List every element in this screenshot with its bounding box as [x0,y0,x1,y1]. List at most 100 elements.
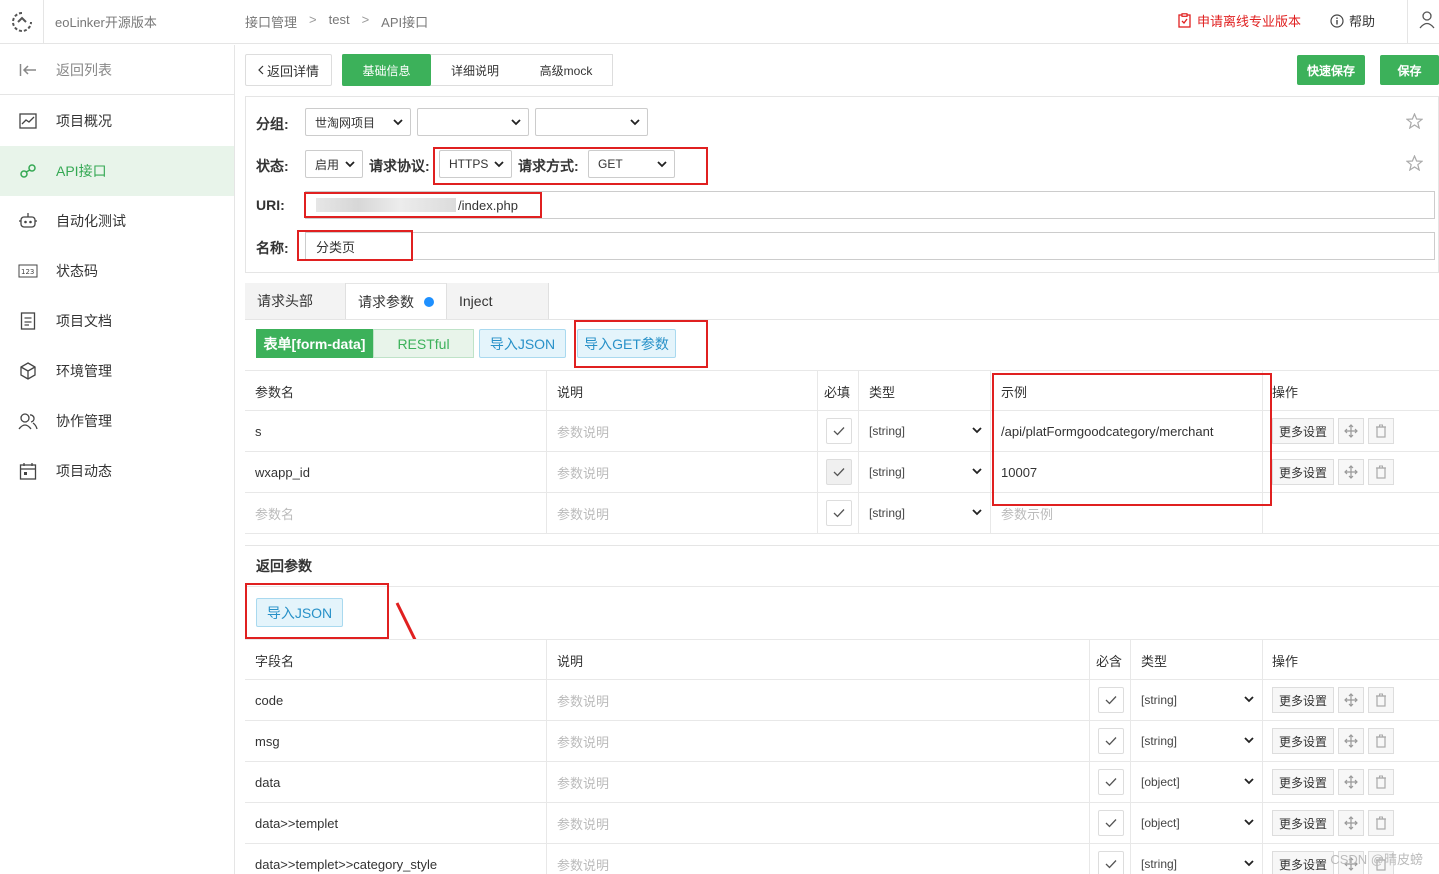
protocol-label: 请求协议: [369,158,430,174]
star-icon[interactable] [1405,112,1424,132]
required-cell [1090,844,1131,874]
breadcrumb-item[interactable]: 接口管理 [245,12,297,31]
field-name[interactable]: msg [245,721,547,761]
import-json-button[interactable]: 导入JSON [479,329,566,358]
required-checkbox[interactable] [1098,769,1124,795]
chevron-down-icon [393,116,403,130]
required-cell [818,411,859,451]
tab-label: 请求参数 [358,293,414,310]
tab-inject[interactable]: Inject [447,283,549,319]
required-checkbox[interactable] [1098,851,1124,874]
param-name[interactable]: s [245,411,547,451]
field-name[interactable]: data [245,762,547,802]
sidebar-item-docs[interactable]: 项目文档 [0,296,234,346]
divider [1407,0,1408,44]
uri-label: URI: [256,197,285,213]
chart-icon [0,113,56,129]
field-desc[interactable]: 参数说明 [547,721,1090,761]
field-name[interactable]: data>>templet [245,803,547,843]
tab-detail-desc[interactable]: 详细说明 [431,55,519,85]
restful-button[interactable]: RESTful [373,329,474,358]
trash-icon[interactable] [1368,810,1395,836]
trash-icon[interactable] [1368,728,1395,754]
formdata-button[interactable]: 表单[form-data] [256,329,373,358]
type-select[interactable]: [object] [1131,762,1263,802]
more-settings-button[interactable]: 更多设置 [1272,459,1335,485]
type-select[interactable]: [string] [859,452,991,492]
tab-basic-info[interactable]: 基础信息 [342,54,431,86]
required-checkbox[interactable] [1098,810,1124,836]
field-desc[interactable]: 参数说明 [547,680,1090,720]
trash-icon[interactable] [1368,459,1395,485]
sidebar-item-env[interactable]: 环境管理 [0,346,234,396]
type-select[interactable]: [string] [859,411,991,451]
required-checkbox[interactable] [826,459,852,485]
param-desc-input[interactable]: 参数说明 [547,493,818,533]
table-row: data 参数说明 [object] 更多设置 [245,762,1439,803]
sidebar-item-overview[interactable]: 项目概况 [0,96,234,146]
param-name-input[interactable]: 参数名 [245,493,547,533]
field-desc[interactable]: 参数说明 [547,844,1090,874]
type-select[interactable]: [object] [1131,803,1263,843]
apply-pro-link[interactable]: 申请离线专业版本 [1177,11,1301,30]
tab-advanced-mock[interactable]: 高级mock [521,55,611,85]
field-name[interactable]: data>>templet>>category_style [245,844,547,874]
sidebar-item-api[interactable]: API接口 [0,146,234,196]
breadcrumb-item[interactable]: API接口 [381,12,428,31]
tab-request-headers[interactable]: 请求头部 [245,283,346,319]
trash-icon[interactable] [1368,769,1395,795]
quick-save-button[interactable]: 快速保存 [1297,55,1365,85]
star-icon[interactable] [1405,154,1424,174]
back-to-list[interactable]: 返回列表 [0,45,234,95]
user-icon[interactable] [1419,11,1435,32]
type-select[interactable]: [string] [1131,721,1263,761]
more-settings-button[interactable]: 更多设置 [1272,418,1335,444]
status-select[interactable]: 启用 [305,150,363,178]
table-row: code 参数说明 [string] 更多设置 [245,680,1439,721]
sidebar-item-activity[interactable]: 项目动态 [0,446,234,496]
table-row: data>>templet 参数说明 [object] 更多设置 [245,803,1439,844]
group-select-1[interactable]: 世淘网项目 [305,108,411,136]
help-link[interactable]: 帮助 [1330,11,1375,30]
param-name[interactable]: wxapp_id [245,452,547,492]
move-icon[interactable] [1338,810,1365,836]
more-settings-button[interactable]: 更多设置 [1272,851,1335,874]
trash-icon[interactable] [1368,418,1395,444]
param-desc[interactable]: 参数说明 [547,452,818,492]
required-checkbox[interactable] [826,500,852,526]
doc-icon [0,312,56,330]
sidebar-item-statuscode[interactable]: 123 状态码 [0,246,234,296]
save-button[interactable]: 保存 [1380,55,1439,85]
sidebar-item-label: 状态码 [56,263,98,279]
name-input[interactable]: 分类页 [305,232,1435,260]
type-select[interactable]: [string] [1131,680,1263,720]
sidebar-item-collab[interactable]: 协作管理 [0,396,234,446]
actions-cell: 更多设置 [1263,762,1439,802]
group-select-2[interactable] [417,108,529,136]
move-icon[interactable] [1338,769,1365,795]
more-settings-button[interactable]: 更多设置 [1272,687,1335,713]
move-icon[interactable] [1338,459,1365,485]
move-icon[interactable] [1338,728,1365,754]
app-logo[interactable] [0,0,44,44]
more-settings-button[interactable]: 更多设置 [1272,769,1335,795]
param-desc[interactable]: 参数说明 [547,411,818,451]
group-select-3[interactable] [535,108,648,136]
field-desc[interactable]: 参数说明 [547,803,1090,843]
tab-request-params[interactable]: 请求参数 [346,283,447,319]
more-settings-button[interactable]: 更多设置 [1272,810,1335,836]
required-checkbox[interactable] [1098,687,1124,713]
back-detail-button[interactable]: 返回详情 [245,54,332,86]
field-name[interactable]: code [245,680,547,720]
required-checkbox[interactable] [826,418,852,444]
sidebar-item-autotest[interactable]: 自动化测试 [0,196,234,246]
more-settings-button[interactable]: 更多设置 [1272,728,1335,754]
field-desc[interactable]: 参数说明 [547,762,1090,802]
required-checkbox[interactable] [1098,728,1124,754]
type-select[interactable]: [string] [859,493,991,533]
trash-icon[interactable] [1368,687,1395,713]
move-icon[interactable] [1338,687,1365,713]
breadcrumb-item[interactable]: test [329,12,350,31]
move-icon[interactable] [1338,418,1365,444]
type-select[interactable]: [string] [1131,844,1263,874]
